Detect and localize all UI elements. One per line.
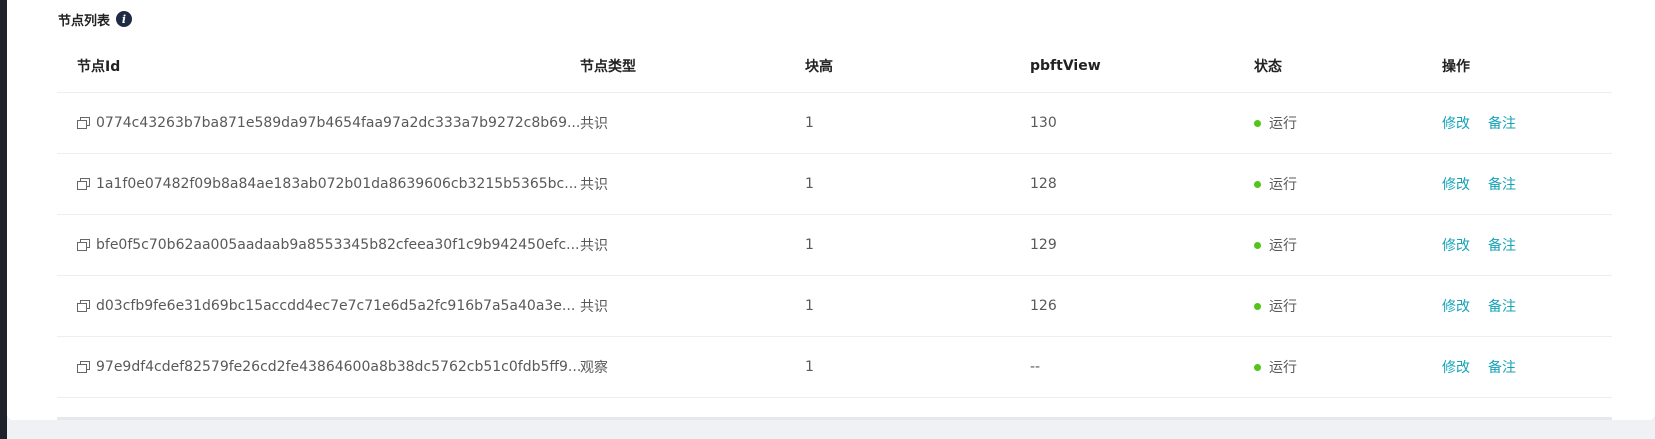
status-cell: 运行 (1254, 93, 1297, 153)
column-header-node-id: 节点Id (77, 59, 121, 75)
column-header-block-height: 块高 (805, 59, 833, 75)
column-header-actions: 操作 (1442, 59, 1470, 75)
actions-cell: 修改 备注 (1442, 276, 1534, 336)
copy-icon[interactable] (77, 361, 91, 373)
status-text: 运行 (1269, 177, 1297, 193)
node-id-cell: 1a1f0e07482f09b8a84ae183ab072b01da863960… (77, 154, 578, 214)
node-table: 节点Id 节点类型 块高 pbftView 状态 操作 0774c43263b7… (57, 40, 1612, 398)
column-header-node-type: 节点类型 (580, 59, 636, 75)
node-type-cell: 共识 (580, 238, 608, 254)
node-id-text: bfe0f5c70b62aa005aadaab9a8553345b82cfeea… (96, 237, 580, 253)
note-link[interactable]: 备注 (1488, 113, 1516, 133)
edit-link[interactable]: 修改 (1442, 174, 1470, 194)
copy-icon[interactable] (77, 239, 91, 251)
node-id-cell: d03cfb9fe6e31d69bc15accdd4ec7e7c71e6d5a2… (77, 276, 575, 336)
table-row: 97e9df4cdef82579fe26cd2fe43864600a8b38dc… (57, 337, 1612, 398)
table-row: 0774c43263b7ba871e589da97b4654faa97a2dc3… (57, 93, 1612, 154)
status-text: 运行 (1269, 299, 1297, 315)
node-type-cell: 共识 (580, 299, 608, 315)
pbft-view-cell: -- (1030, 359, 1041, 375)
status-dot-icon (1254, 180, 1261, 188)
column-header-pbft-view: pbftView (1030, 58, 1101, 74)
section-title: 节点列表 (58, 13, 111, 29)
node-id-cell: bfe0f5c70b62aa005aadaab9a8553345b82cfeea… (77, 215, 580, 275)
status-dot-icon (1254, 119, 1261, 127)
info-icon[interactable]: i (116, 11, 133, 27)
note-link[interactable]: 备注 (1488, 174, 1516, 194)
column-header-status: 状态 (1254, 59, 1282, 75)
pbft-view-cell: 126 (1030, 298, 1057, 314)
block-height-cell: 1 (805, 298, 814, 314)
copy-icon[interactable] (77, 300, 91, 312)
block-height-cell: 1 (805, 176, 814, 192)
node-id-cell: 0774c43263b7ba871e589da97b4654faa97a2dc3… (77, 93, 580, 153)
node-type-cell: 共识 (580, 177, 608, 193)
note-link[interactable]: 备注 (1488, 235, 1516, 255)
node-id-text: 0774c43263b7ba871e589da97b4654faa97a2dc3… (96, 115, 581, 131)
status-text: 运行 (1269, 238, 1297, 254)
actions-cell: 修改 备注 (1442, 154, 1534, 214)
section-header: 节点列表 i (58, 9, 133, 29)
node-id-text: 97e9df4cdef82579fe26cd2fe43864600a8b38dc… (96, 359, 582, 375)
status-cell: 运行 (1254, 215, 1297, 275)
status-dot-icon (1254, 241, 1261, 249)
table-row: 1a1f0e07482f09b8a84ae183ab072b01da863960… (57, 154, 1612, 215)
pbft-view-cell: 129 (1030, 237, 1057, 253)
edit-link[interactable]: 修改 (1442, 296, 1470, 316)
node-id-cell: 97e9df4cdef82579fe26cd2fe43864600a8b38dc… (77, 337, 581, 397)
copy-icon[interactable] (77, 178, 91, 190)
edit-link[interactable]: 修改 (1442, 357, 1470, 377)
note-link[interactable]: 备注 (1488, 296, 1516, 316)
table-bottom-divider (57, 417, 1612, 420)
status-cell: 运行 (1254, 154, 1297, 214)
table-header: 节点Id 节点类型 块高 pbftView 状态 操作 (57, 40, 1612, 93)
edit-link[interactable]: 修改 (1442, 113, 1470, 133)
actions-cell: 修改 备注 (1442, 93, 1534, 153)
status-text: 运行 (1269, 360, 1297, 376)
note-link[interactable]: 备注 (1488, 357, 1516, 377)
node-type-cell: 观察 (580, 360, 608, 376)
status-dot-icon (1254, 363, 1261, 371)
edit-link[interactable]: 修改 (1442, 235, 1470, 255)
actions-cell: 修改 备注 (1442, 215, 1534, 275)
pbft-view-cell: 128 (1030, 176, 1057, 192)
pbft-view-cell: 130 (1030, 115, 1057, 131)
block-height-cell: 1 (805, 115, 814, 131)
node-list-card: 节点列表 i 节点Id 节点类型 块高 pbftView 状态 操作 0774c… (7, 0, 1655, 420)
block-height-cell: 1 (805, 237, 814, 253)
block-height-cell: 1 (805, 359, 814, 375)
table-row: d03cfb9fe6e31d69bc15accdd4ec7e7c71e6d5a2… (57, 276, 1612, 337)
actions-cell: 修改 备注 (1442, 337, 1534, 397)
node-type-cell: 共识 (580, 116, 608, 132)
node-id-text: 1a1f0e07482f09b8a84ae183ab072b01da863960… (96, 176, 578, 192)
status-dot-icon (1254, 302, 1261, 310)
status-cell: 运行 (1254, 337, 1297, 397)
node-id-text: d03cfb9fe6e31d69bc15accdd4ec7e7c71e6d5a2… (96, 298, 576, 314)
status-cell: 运行 (1254, 276, 1297, 336)
app-sidebar-edge (0, 0, 7, 439)
status-text: 运行 (1269, 116, 1297, 132)
table-row: bfe0f5c70b62aa005aadaab9a8553345b82cfeea… (57, 215, 1612, 276)
copy-icon[interactable] (77, 117, 91, 129)
